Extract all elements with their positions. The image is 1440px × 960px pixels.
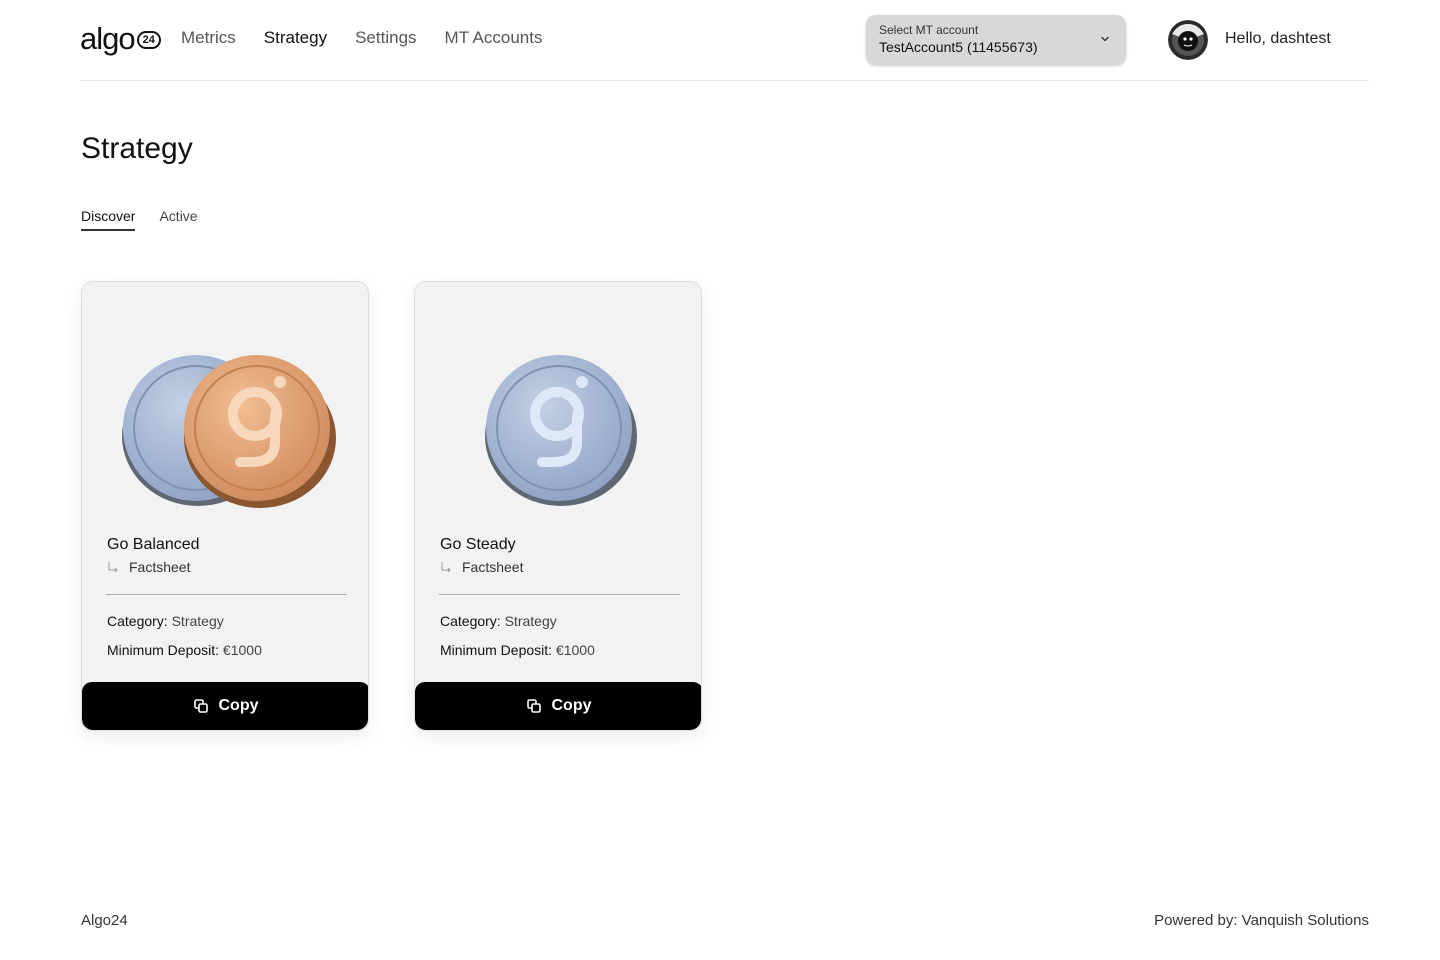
account-select-label: Select MT account [879, 23, 979, 37]
page-title: Strategy [81, 132, 193, 165]
footer-brand: Algo24 [81, 912, 128, 929]
category-value: Strategy [171, 613, 224, 629]
mt-account-select[interactable]: Select MT account TestAccount5 (11455673… [866, 15, 1126, 65]
copy-label: Copy [218, 697, 259, 714]
category-row: Category: Strategy [107, 613, 224, 629]
coin-icon [485, 355, 637, 506]
tab-discover[interactable]: Discover [81, 208, 136, 231]
corner-arrow-icon [441, 562, 451, 573]
copy-strategy-button[interactable]: Copy [415, 682, 701, 730]
deposit-label: Minimum Deposit: [440, 642, 553, 658]
nav-mt-accounts[interactable]: MT Accounts [445, 28, 543, 48]
coin-pair-icon [122, 355, 336, 508]
user-avatar[interactable] [1168, 20, 1208, 60]
category-value: Strategy [504, 613, 557, 629]
category-label: Category: [107, 613, 168, 629]
copy-icon [526, 699, 541, 713]
deposit-value: €1000 [555, 642, 595, 658]
nav-metrics[interactable]: Metrics [181, 28, 236, 48]
algo24-logo[interactable]: algo 24 [80, 20, 161, 58]
footer-powered-by: Powered by: Vanquish Solutions [1154, 912, 1369, 929]
corner-arrow-icon [108, 562, 118, 573]
factsheet-link[interactable]: Factsheet [440, 559, 523, 575]
main-nav: Metrics Strategy Settings MT Accounts [181, 28, 570, 48]
factsheet-label: Factsheet [129, 559, 191, 575]
minimum-deposit-row: Minimum Deposit: €1000 [107, 642, 262, 658]
copy-icon [193, 699, 208, 713]
factsheet-link[interactable]: Factsheet [107, 559, 190, 575]
top-header: algo 24 Metrics Strategy Settings MT Acc… [80, 0, 1369, 81]
category-label: Category: [440, 613, 501, 629]
strategy-name: Go Balanced [107, 536, 200, 553]
deposit-value: €1000 [222, 642, 262, 658]
copy-strategy-button[interactable]: Copy [82, 682, 368, 730]
logo-text: algo [80, 21, 136, 56]
factsheet-label: Factsheet [462, 559, 524, 575]
user-greeting: Hello, dashtest [1225, 30, 1331, 47]
minimum-deposit-row: Minimum Deposit: €1000 [440, 642, 595, 658]
card-divider [439, 594, 680, 595]
deposit-label: Minimum Deposit: [107, 642, 220, 658]
category-row: Category: Strategy [440, 613, 557, 629]
strategy-card-go-balanced: Go Balanced Factsheet Category: Strategy… [81, 281, 369, 731]
chevron-down-icon [1101, 36, 1109, 42]
card-divider [106, 594, 347, 595]
strategy-name: Go Steady [440, 536, 516, 553]
copy-label: Copy [551, 697, 592, 714]
nav-settings[interactable]: Settings [355, 28, 416, 48]
strategy-card-go-steady: Go Steady Factsheet Category: Strategy M… [414, 281, 702, 731]
avatar-icon [1168, 20, 1208, 60]
tab-active[interactable]: Active [159, 208, 197, 231]
strategy-tabs: Discover Active [81, 208, 222, 231]
account-select-value: TestAccount5 (11455673) [879, 39, 1038, 55]
nav-strategy[interactable]: Strategy [264, 28, 327, 48]
logo-badge: 24 [136, 31, 161, 49]
